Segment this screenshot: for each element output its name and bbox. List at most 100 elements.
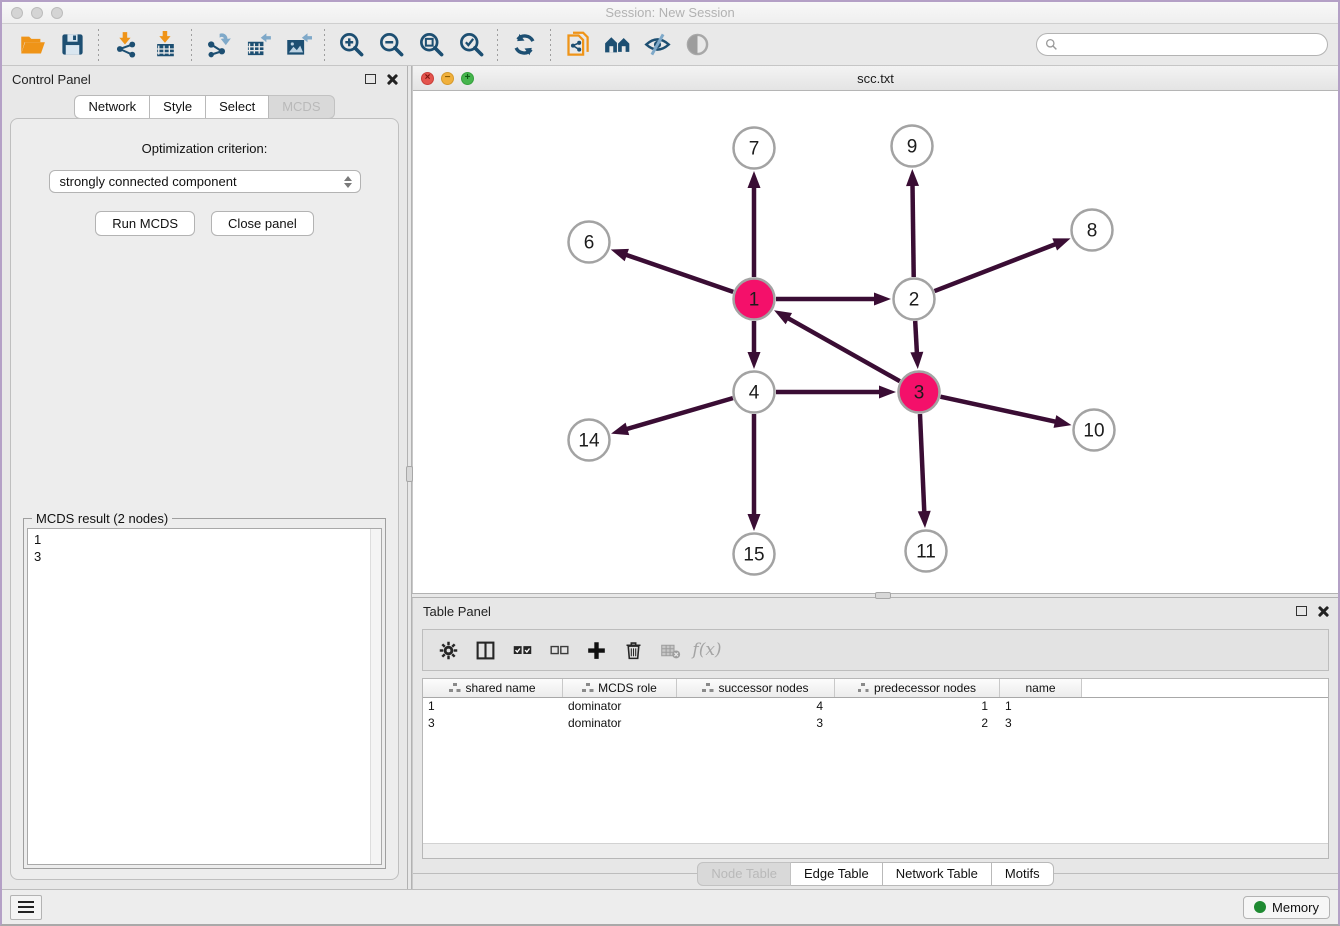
save-session-button[interactable] bbox=[52, 27, 92, 63]
graph-edge-1-7[interactable] bbox=[748, 171, 761, 277]
delete-column-button[interactable] bbox=[618, 635, 648, 665]
export-table-button[interactable] bbox=[238, 27, 278, 63]
close-panel-icon[interactable] bbox=[1317, 606, 1328, 617]
graph-edge-1-6[interactable] bbox=[611, 249, 733, 292]
new-network-from-selection-button[interactable] bbox=[557, 27, 597, 63]
column-header-mcds-role[interactable]: MCDS role bbox=[563, 679, 677, 697]
table-cell[interactable]: dominator bbox=[563, 715, 677, 732]
graph-edge-3-10[interactable] bbox=[940, 397, 1071, 428]
hide-graphics-details-button[interactable] bbox=[637, 27, 677, 63]
graph-node-8[interactable]: 8 bbox=[1072, 210, 1113, 251]
graph-edge-2-3[interactable] bbox=[910, 321, 923, 369]
table-row[interactable]: 1dominator411 bbox=[423, 698, 1328, 715]
node-table: shared nameMCDS rolesuccessor nodesprede… bbox=[422, 678, 1329, 859]
graph-node-6[interactable]: 6 bbox=[569, 222, 610, 263]
fx-icon: f(x) bbox=[692, 640, 721, 660]
table-horizontal-scrollbar[interactable] bbox=[423, 843, 1328, 858]
vertical-splitter[interactable] bbox=[407, 66, 412, 889]
table-cell[interactable]: 1 bbox=[835, 698, 1000, 715]
neighbors-houses-button[interactable] bbox=[597, 27, 637, 63]
graph-node-10[interactable]: 10 bbox=[1074, 410, 1115, 451]
tab-node-table[interactable]: Node Table bbox=[697, 862, 791, 886]
tab-network[interactable]: Network bbox=[74, 95, 150, 119]
tab-motifs[interactable]: Motifs bbox=[992, 862, 1054, 886]
search-input[interactable] bbox=[1058, 38, 1319, 52]
graph-node-7[interactable]: 7 bbox=[734, 128, 775, 169]
tab-network-table[interactable]: Network Table bbox=[883, 862, 992, 886]
task-history-button[interactable] bbox=[10, 895, 42, 920]
table-cell[interactable]: 3 bbox=[677, 715, 835, 732]
export-network-button[interactable] bbox=[198, 27, 238, 63]
column-header-shared-name[interactable]: shared name bbox=[423, 679, 563, 697]
memory-button[interactable]: Memory bbox=[1243, 896, 1330, 919]
zoom-out-button[interactable] bbox=[371, 27, 411, 63]
graph-edge-1-4[interactable] bbox=[748, 321, 761, 369]
tab-select[interactable]: Select bbox=[206, 95, 269, 119]
graph-node-14[interactable]: 14 bbox=[569, 420, 610, 461]
mcds-result-area[interactable]: 13 bbox=[27, 528, 382, 865]
graph-edge-4-14[interactable] bbox=[611, 398, 733, 435]
import-network-button[interactable] bbox=[105, 27, 145, 63]
tab-style[interactable]: Style bbox=[150, 95, 206, 119]
zoom-fit-button[interactable] bbox=[411, 27, 451, 63]
float-panel-icon[interactable] bbox=[1296, 606, 1307, 616]
graph-edge-1-2[interactable] bbox=[776, 293, 891, 306]
graph-edge-4-3[interactable] bbox=[776, 386, 896, 399]
column-header-name[interactable]: name bbox=[1000, 679, 1082, 697]
result-scrollbar[interactable] bbox=[370, 529, 381, 864]
table-cell[interactable]: 4 bbox=[677, 698, 835, 715]
graph-node-1[interactable]: 1 bbox=[734, 279, 775, 320]
table-cell[interactable]: 2 bbox=[835, 715, 1000, 732]
table-cell[interactable]: 1 bbox=[1000, 698, 1082, 715]
table-cell[interactable]: 3 bbox=[1000, 715, 1082, 732]
graph-edge-3-11[interactable] bbox=[918, 414, 931, 528]
column-header-successor-nodes[interactable]: successor nodes bbox=[677, 679, 835, 697]
graph-node-label: 14 bbox=[578, 431, 600, 452]
export-image-icon bbox=[285, 31, 312, 58]
list-icon bbox=[18, 901, 34, 913]
graph-node-label: 15 bbox=[743, 545, 764, 566]
zoom-selected-button[interactable] bbox=[451, 27, 491, 63]
import-table-button[interactable] bbox=[145, 27, 185, 63]
close-panel-icon[interactable] bbox=[386, 74, 397, 85]
memory-status-icon bbox=[1254, 901, 1266, 913]
show-column-panel-button[interactable] bbox=[470, 635, 500, 665]
tab-edge-table[interactable]: Edge Table bbox=[791, 862, 883, 886]
graph-edge-4-15[interactable] bbox=[748, 414, 761, 531]
search-field[interactable] bbox=[1036, 33, 1328, 56]
table-cell[interactable]: dominator bbox=[563, 698, 677, 715]
close-panel-button[interactable]: Close panel bbox=[211, 211, 314, 236]
graph-node-11[interactable]: 11 bbox=[906, 531, 947, 572]
horizontal-splitter[interactable] bbox=[412, 593, 1338, 598]
optimization-criterion-dropdown[interactable]: strongly connected component bbox=[49, 170, 361, 193]
deselect-all-columns-button[interactable] bbox=[544, 635, 574, 665]
refresh-view-button[interactable] bbox=[504, 27, 544, 63]
graph-edge-3-1[interactable] bbox=[774, 310, 900, 381]
table-cell[interactable]: 1 bbox=[423, 698, 563, 715]
open-session-button[interactable] bbox=[12, 27, 52, 63]
run-mcds-button[interactable]: Run MCDS bbox=[95, 211, 195, 236]
graph-node-3[interactable]: 3 bbox=[899, 372, 940, 413]
column-header-predecessor-nodes[interactable]: predecessor nodes bbox=[835, 679, 1000, 697]
graph-edge-2-8[interactable] bbox=[935, 238, 1071, 291]
graph-node-4[interactable]: 4 bbox=[734, 372, 775, 413]
select-all-columns-button[interactable] bbox=[507, 635, 537, 665]
splitter-handle[interactable] bbox=[406, 466, 413, 482]
graph-node-15[interactable]: 15 bbox=[734, 534, 775, 575]
splitter-handle[interactable] bbox=[875, 592, 891, 599]
table-row[interactable]: 3dominator323 bbox=[423, 715, 1328, 732]
memory-label: Memory bbox=[1272, 900, 1319, 915]
network-canvas[interactable]: 7 9 6 8 1 2 4 3 14 10 15 11 bbox=[413, 91, 1338, 593]
tab-mcds[interactable]: MCDS bbox=[269, 95, 334, 119]
graph-node-9[interactable]: 9 bbox=[892, 126, 933, 167]
graph-edge-2-9[interactable] bbox=[906, 169, 919, 277]
zoom-in-button[interactable] bbox=[331, 27, 371, 63]
table-settings-button[interactable] bbox=[433, 635, 463, 665]
float-panel-icon[interactable] bbox=[365, 74, 376, 84]
table-cell[interactable]: 3 bbox=[423, 715, 563, 732]
graph-node-2[interactable]: 2 bbox=[894, 279, 935, 320]
export-image-button[interactable] bbox=[278, 27, 318, 63]
add-column-button[interactable] bbox=[581, 635, 611, 665]
toolbar-separator bbox=[324, 29, 325, 61]
dropdown-stepper-icon bbox=[344, 176, 354, 188]
